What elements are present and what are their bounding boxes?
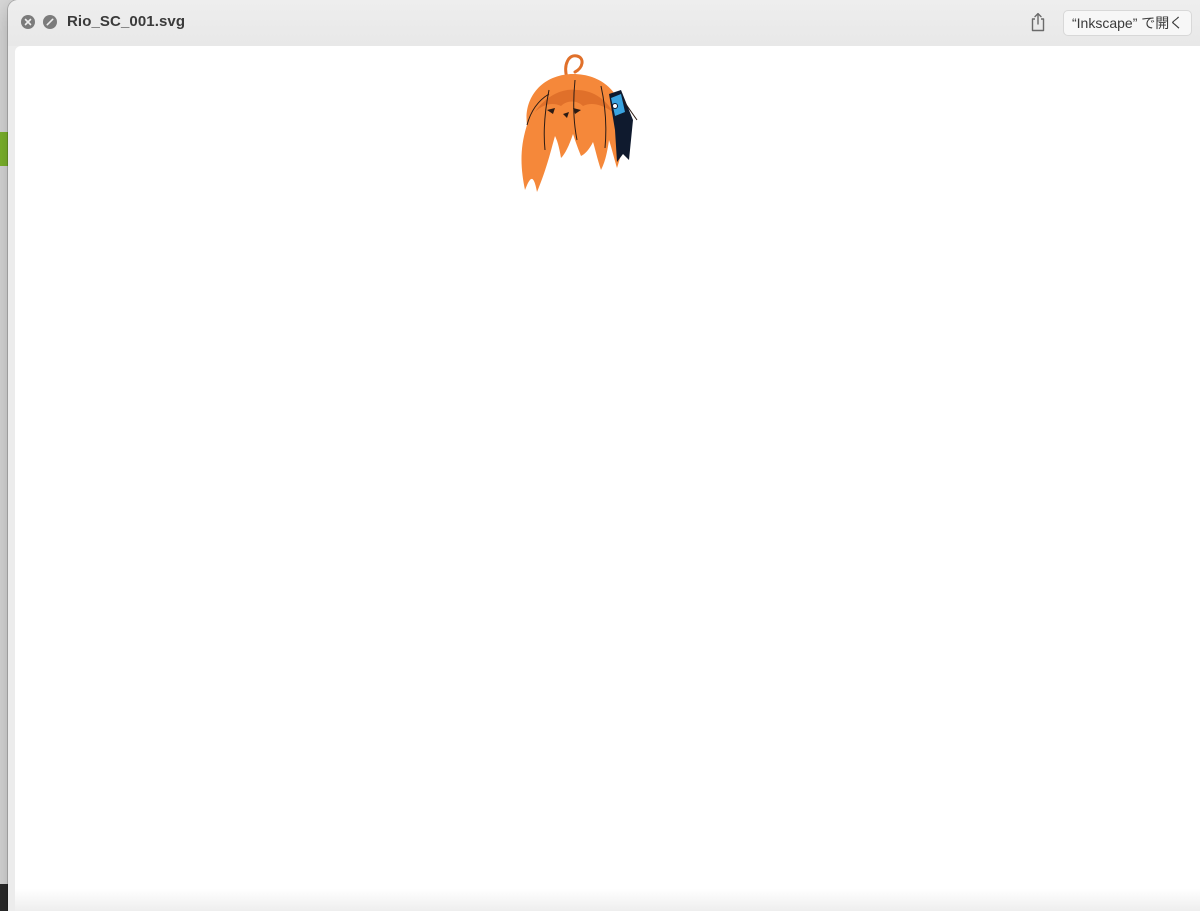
- close-button[interactable]: [21, 15, 35, 29]
- fullscreen-icon: [46, 18, 54, 26]
- title-bar: Rio_SC_001.svg “Inkscape” で開く: [8, 0, 1200, 46]
- hair-clip-dot: [612, 103, 618, 109]
- open-with-inkscape-button[interactable]: “Inkscape” で開く: [1063, 10, 1193, 36]
- fullscreen-button[interactable]: [43, 15, 57, 29]
- window-title: Rio_SC_001.svg: [67, 13, 186, 30]
- preview-bottom-fade: [15, 889, 1200, 911]
- share-button[interactable]: [1028, 11, 1048, 33]
- quick-look-window: Rio_SC_001.svg “Inkscape” で開く: [8, 0, 1200, 911]
- svg-preview-image: [521, 54, 638, 192]
- share-icon: [1031, 12, 1045, 32]
- file-preview-area: [15, 46, 1200, 911]
- close-icon: [24, 18, 32, 26]
